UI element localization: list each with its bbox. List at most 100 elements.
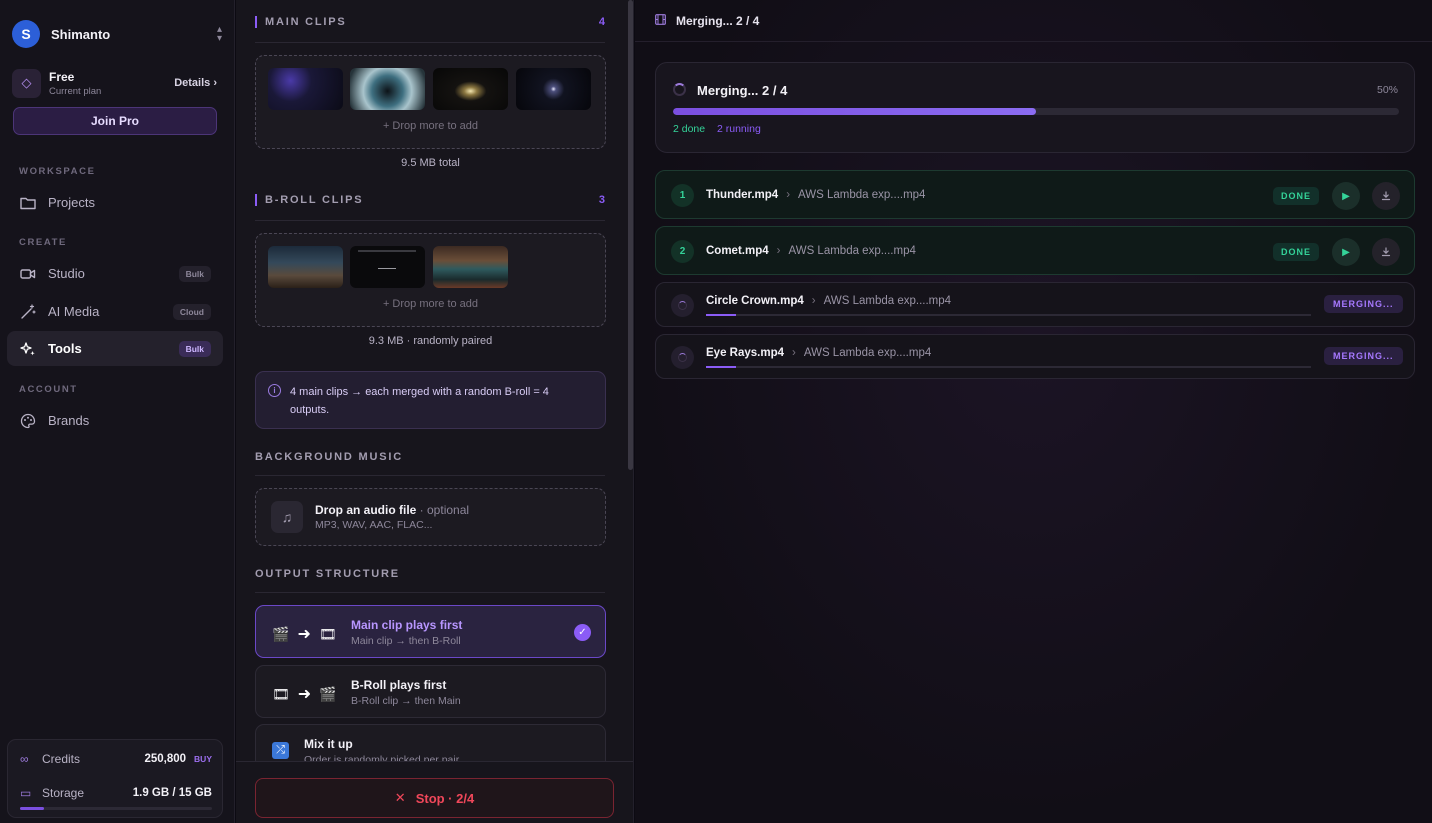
option-title: B-Roll plays first xyxy=(351,678,447,692)
job-progress-bar xyxy=(706,366,1311,368)
magic-wand-icon xyxy=(19,303,37,321)
overall-progress-fill xyxy=(673,108,1036,115)
clapper-icon: 🎬 xyxy=(272,625,290,642)
link-icon: ∞ xyxy=(20,752,29,766)
option-title: Main clip plays first xyxy=(351,618,463,632)
play-icon[interactable]: ▶ xyxy=(1332,182,1360,210)
clip-thumbnail[interactable] xyxy=(268,68,343,110)
job-number: 1 xyxy=(671,184,694,207)
arrow-right-icon: ➜ xyxy=(297,686,312,703)
header-status: Merging... 2 / 4 xyxy=(676,13,760,28)
overall-progress-card: Merging... 2 / 4 50% 2 done 2 running xyxy=(655,62,1415,153)
job-row: Circle Crown.mp4 › AWS Lambda exp....mp4 M… xyxy=(655,282,1415,327)
job-row: Eye Rays.mp4 › AWS Lambda exp....mp4 MERGI… xyxy=(655,334,1415,379)
progress-title: Merging... 2 / 4 xyxy=(697,83,788,98)
progress-header: Merging... 2 / 4 xyxy=(635,0,1432,42)
spinner-icon xyxy=(673,83,686,96)
sidebar-item-projects[interactable]: Projects xyxy=(7,185,223,220)
progress-percent: 50% xyxy=(1376,84,1398,96)
download-icon[interactable] xyxy=(1372,238,1400,266)
option-broll-first[interactable]: 🎞 ➜ 🎬 B-Roll plays first B-Roll clip → t… xyxy=(255,665,606,718)
sidebar-item-brands[interactable]: Brands xyxy=(7,403,223,438)
plan-title: Free xyxy=(49,69,75,84)
usage-panel: ∞ Credits 250,800 BUY ▭ Storage 1.9 GB /… xyxy=(7,739,223,818)
job-spinner xyxy=(671,346,694,369)
overall-progress-bar xyxy=(673,108,1399,115)
broll-clips-dropzone[interactable]: + Drop more to add xyxy=(255,233,606,327)
film-icon: 🎞 xyxy=(318,625,337,642)
job-title: Comet.mp4 › AWS Lambda exp....mp4 xyxy=(706,245,916,257)
credits-label: Credits xyxy=(42,752,81,766)
job-progress-fill xyxy=(706,366,737,368)
status-badge: MERGING... xyxy=(1324,295,1403,313)
sidebar-item-ai-media[interactable]: AI Media Cloud xyxy=(7,294,223,329)
clip-thumbnail[interactable] xyxy=(350,246,425,288)
option-main-first[interactable]: 🎬 ➜ 🎞 Main clip plays first Main clip → … xyxy=(255,605,606,658)
credits-row: ∞ Credits 250,800 BUY xyxy=(20,752,212,766)
arrow-right-icon: ➜ xyxy=(297,626,311,643)
stop-button[interactable]: ✕ Stop · 2/4 xyxy=(255,778,614,818)
job-title: Thunder.mp4 › AWS Lambda exp....mp4 xyxy=(706,189,926,201)
video-camera-icon xyxy=(19,265,37,283)
sidebar-item-studio[interactable]: Studio Bulk xyxy=(7,256,223,291)
download-icon[interactable] xyxy=(1372,182,1400,210)
stop-label: Stop · 2/4 xyxy=(415,790,475,806)
main-clips-dropzone[interactable]: + Drop more to add xyxy=(255,55,606,149)
sidebar-item-label: Projects xyxy=(48,195,95,210)
scrollbar[interactable] xyxy=(628,0,633,470)
join-pro-button[interactable]: Join Pro xyxy=(13,107,217,135)
clip-thumbnail[interactable] xyxy=(350,68,425,110)
sidebar: S Shimanto ▴ ▾ ◇ Free Current plan Detail… xyxy=(0,0,235,823)
status-badge: DONE xyxy=(1273,187,1320,205)
merge-config-panel: MAIN CLIPS 4 + Drop more to add 9.5 MB t… xyxy=(236,0,634,823)
main-clips-header: MAIN CLIPS 4 xyxy=(255,16,605,28)
section-title: B-ROLL CLIPS xyxy=(265,194,364,206)
music-note-icon: ♫ xyxy=(271,501,303,533)
spinner-icon xyxy=(678,353,687,362)
palette-icon xyxy=(19,412,37,430)
audio-dropzone[interactable]: ♫ Drop an audio file · optional MP3, WAV… xyxy=(255,488,606,546)
output-structure-header: OUTPUT STRUCTURE xyxy=(255,568,400,580)
clip-thumbnail[interactable] xyxy=(433,68,508,110)
status-badge: DONE xyxy=(1273,243,1320,261)
option-title: Mix it up xyxy=(304,737,353,751)
merge-progress-panel: Merging... 2 / 4 Merging... 2 / 4 50% 2 … xyxy=(635,0,1432,823)
clip-thumbnail[interactable] xyxy=(433,246,508,288)
sidebar-item-label: Tools xyxy=(48,341,82,356)
info-icon: i xyxy=(268,384,281,397)
job-number: 2 xyxy=(671,240,694,263)
main-clips-size: 9.5 MB total xyxy=(401,157,460,169)
clip-thumbnail[interactable] xyxy=(268,246,343,288)
broll-clips-size: 9.3 MB · randomly paired xyxy=(368,335,493,347)
section-label-account: ACCOUNT xyxy=(19,384,78,395)
job-title: Circle Crown.mp4 › AWS Lambda exp....mp4 xyxy=(706,295,952,307)
pairing-info-box: i 4 main clips → each merged with a rand… xyxy=(255,371,606,429)
storage-progress-fill xyxy=(20,807,45,810)
sidebar-item-badge: Cloud xyxy=(172,303,211,320)
sparkles-icon xyxy=(19,340,37,358)
chevron-up-down-icon: ▴ ▾ xyxy=(216,24,222,44)
job-spinner xyxy=(671,294,694,317)
sidebar-item-badge: Bulk xyxy=(178,265,211,282)
folder-icon xyxy=(19,194,37,212)
storage-label: Storage xyxy=(42,786,85,800)
running-count: 2 running xyxy=(717,123,761,135)
done-count: 2 done xyxy=(673,123,706,135)
job-row: 1 Thunder.mp4 › AWS Lambda exp....mp4 DONE… xyxy=(655,170,1415,219)
workspace-switcher[interactable]: S Shimanto ▴ ▾ xyxy=(12,20,222,48)
plan-details-link[interactable]: Details › xyxy=(174,77,217,89)
sidebar-item-badge: Bulk xyxy=(178,340,211,357)
brand-name: Shimanto xyxy=(51,26,111,42)
sidebar-item-label: Studio xyxy=(48,266,85,281)
shuffle-icon: ⤮ xyxy=(272,742,289,759)
clip-thumbnail[interactable] xyxy=(516,68,591,110)
option-subtitle: B-Roll clip → then Main xyxy=(351,695,461,707)
broll-clips-header: B-ROLL CLIPS 3 xyxy=(255,194,605,206)
buy-credits-link[interactable]: BUY xyxy=(194,754,212,764)
play-icon[interactable]: ▶ xyxy=(1332,238,1360,266)
credits-value: 250,800 xyxy=(144,753,187,765)
section-label-workspace: WORKSPACE xyxy=(19,166,96,177)
sidebar-item-tools[interactable]: Tools Bulk xyxy=(7,331,223,366)
drop-more-hint: + Drop more to add xyxy=(382,120,479,132)
audio-formats: MP3, WAV, AAC, FLAC... xyxy=(315,519,433,531)
